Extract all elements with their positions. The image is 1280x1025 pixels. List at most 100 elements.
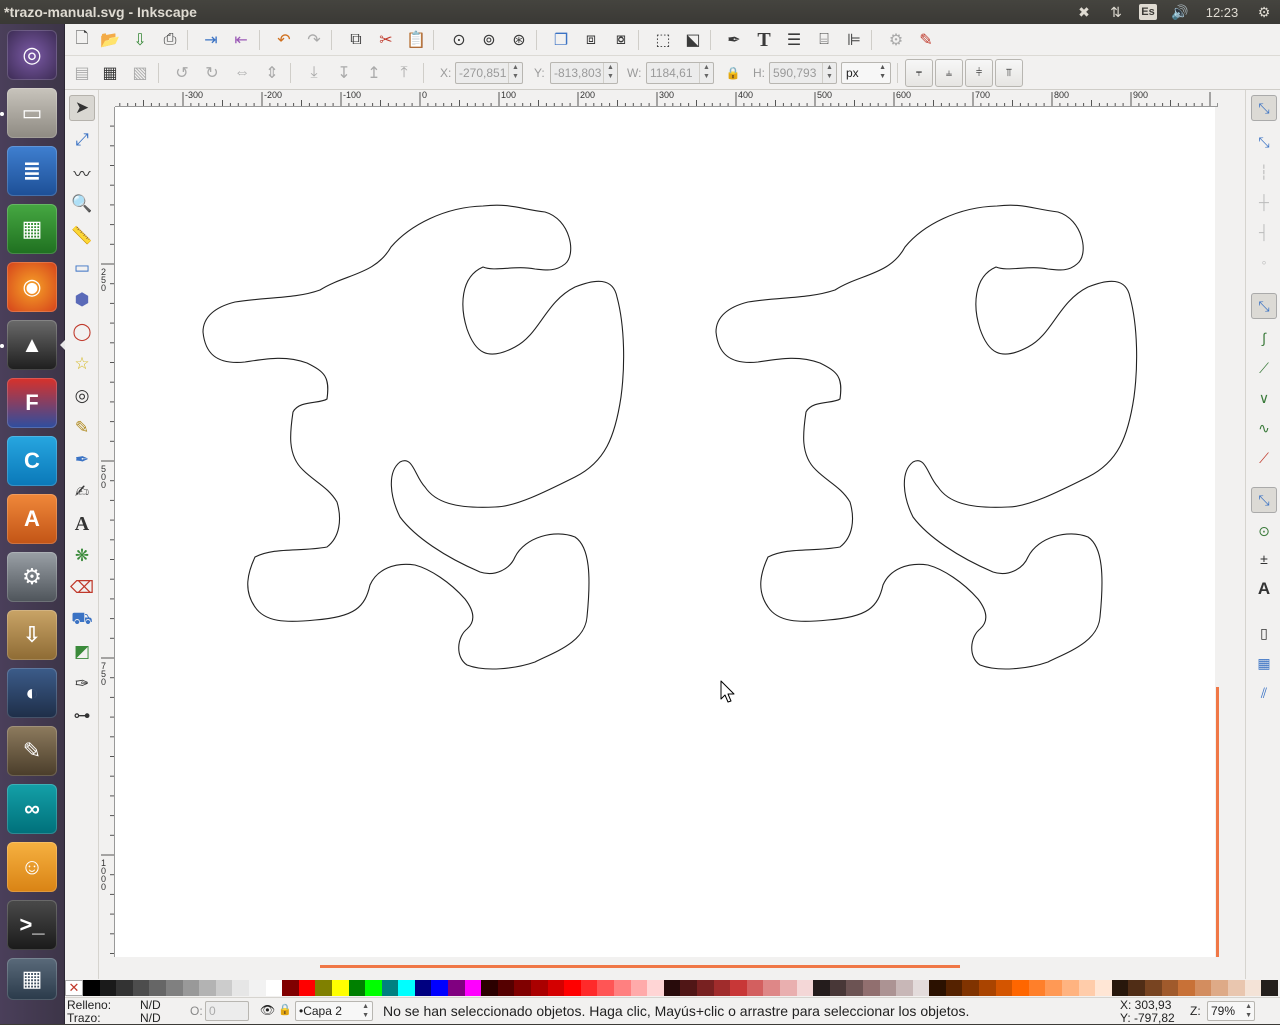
fill-stroke-icon[interactable]: ✒	[722, 28, 746, 52]
scale-stroke-toggle-icon[interactable]: ⫧	[905, 59, 933, 87]
new-document-icon[interactable]: 🗋	[70, 28, 94, 52]
height-field[interactable]: 590,793 ▲ ▼	[769, 62, 837, 84]
color-swatch[interactable]	[149, 980, 166, 996]
color-swatch[interactable]	[547, 980, 565, 996]
raise-icon[interactable]: ↥	[362, 61, 386, 85]
freecad-icon[interactable]: F	[7, 378, 57, 428]
layer-visibility-icon[interactable]: 👁	[260, 1003, 275, 1017]
color-swatch[interactable]	[448, 980, 465, 996]
snap-enable-icon[interactable]: ⤡	[1251, 95, 1277, 121]
raise-to-top-icon[interactable]: ⤒	[392, 61, 416, 85]
select-all-layers-icon[interactable]: ▦	[98, 61, 122, 85]
blender-icon[interactable]: ◐	[7, 668, 57, 718]
paste-icon[interactable]: 📋	[404, 28, 428, 52]
measure-tool-icon[interactable]: 📏	[69, 223, 95, 249]
layer-lock-icon[interactable]: 🔒	[278, 1003, 292, 1016]
pen-tool-icon[interactable]: ✒	[69, 447, 95, 473]
gear-icon[interactable]: ⚙	[1248, 0, 1280, 24]
keyboard-layout-indicator[interactable]: Es	[1132, 0, 1164, 24]
color-swatch[interactable]	[1244, 980, 1262, 996]
color-swatch[interactable]	[580, 980, 598, 996]
connector-tool-icon[interactable]: ⊶	[69, 703, 95, 729]
workspace-switcher-icon[interactable]: ▦	[7, 958, 57, 1000]
color-swatch[interactable]	[1062, 980, 1079, 996]
color-swatch[interactable]	[995, 980, 1013, 996]
selector-tool-icon[interactable]: ➤	[69, 95, 95, 121]
color-swatch[interactable]	[829, 980, 847, 996]
color-swatch[interactable]	[481, 980, 498, 996]
color-swatch[interactable]	[763, 980, 780, 996]
snap-to-paths-icon[interactable]: ∫	[1251, 325, 1277, 351]
color-swatch[interactable]	[116, 980, 133, 996]
color-swatch[interactable]	[796, 980, 814, 996]
color-swatch[interactable]	[779, 980, 797, 996]
pencil-tool-icon[interactable]: ✎	[69, 415, 95, 441]
height-spin-icon[interactable]: ▲ ▼	[822, 63, 836, 83]
flip-vertical-icon[interactable]: ⇕	[260, 61, 284, 85]
color-swatch[interactable]	[398, 980, 415, 996]
snap-grids-icon[interactable]: ▦	[1251, 650, 1277, 676]
opacity-field[interactable]: 0	[205, 1001, 249, 1021]
zoom-drawing-icon[interactable]: ⊚	[477, 28, 501, 52]
color-swatch[interactable]	[1211, 980, 1228, 996]
drawing-svg[interactable]	[115, 107, 1215, 957]
arduino-icon[interactable]: ∞	[7, 784, 57, 834]
deselect-icon[interactable]: ▧	[128, 61, 152, 85]
text-font-icon[interactable]: T	[752, 28, 776, 52]
color-swatch[interactable]	[99, 980, 117, 996]
node-tool-icon[interactable]: ⤢	[69, 127, 95, 153]
move-gradients-toggle-icon[interactable]: ⫩	[965, 59, 993, 87]
color-swatch[interactable]	[431, 980, 449, 996]
snap-bbox-icon[interactable]: ⤡	[1251, 129, 1277, 155]
color-swatch[interactable]	[1095, 980, 1112, 996]
horizontal-scrollbar[interactable]	[115, 957, 1215, 973]
save-icon[interactable]: ⇩	[128, 28, 152, 52]
snap-bbox-corner-icon[interactable]: ┼	[1251, 189, 1277, 215]
color-swatch[interactable]	[1078, 980, 1096, 996]
zoom-page-icon[interactable]: ⊛	[507, 28, 531, 52]
scale-corners-toggle-icon[interactable]: ⫨	[935, 59, 963, 87]
color-swatch[interactable]	[1111, 980, 1129, 996]
libreoffice-writer-icon[interactable]: ≣	[7, 146, 57, 196]
zoom-selection-icon[interactable]: ⊙	[447, 28, 471, 52]
color-swatch[interactable]	[663, 980, 681, 996]
spiral-tool-icon[interactable]: ◎	[69, 383, 95, 409]
drawing-canvas[interactable]	[115, 107, 1215, 957]
3d-box-tool-icon[interactable]: ⬢	[69, 287, 95, 313]
open-icon[interactable]: 📂	[98, 28, 122, 52]
vertical-scroll-thumb[interactable]	[1216, 687, 1219, 957]
color-swatch[interactable]	[746, 980, 764, 996]
spray-tool-icon[interactable]: ❋	[69, 543, 95, 569]
clock[interactable]: 12:23	[1196, 0, 1248, 24]
dropper-tool-icon[interactable]: ✑	[69, 671, 95, 697]
snap-page-border-icon[interactable]: ▯	[1251, 620, 1277, 646]
color-swatch[interactable]	[83, 980, 100, 996]
duplicate-icon[interactable]: ❐	[549, 28, 573, 52]
software-center-icon[interactable]: A	[7, 494, 57, 544]
color-swatch[interactable]	[348, 980, 366, 996]
color-swatch[interactable]	[1045, 980, 1063, 996]
color-swatch[interactable]	[1128, 980, 1145, 996]
snap-object-center-icon[interactable]: ⊙	[1251, 518, 1277, 544]
network-icon[interactable]: ⇅	[1100, 0, 1132, 24]
archive-manager-icon[interactable]: ⇩	[7, 610, 57, 660]
color-swatch[interactable]	[564, 980, 581, 996]
system-settings-icon[interactable]: ⚙	[7, 552, 57, 602]
ungroup-icon[interactable]: ⬕	[681, 28, 705, 52]
align-distribute-icon[interactable]: ⊫	[842, 28, 866, 52]
color-swatch[interactable]	[1178, 980, 1195, 996]
color-swatch[interactable]	[862, 980, 880, 996]
color-swatch[interactable]	[265, 980, 283, 996]
color-swatch[interactable]	[713, 980, 731, 996]
fill-value[interactable]: N/D	[140, 998, 161, 1012]
cut-icon[interactable]: ✂	[374, 28, 398, 52]
color-swatch[interactable]	[282, 980, 299, 996]
color-swatch[interactable]	[232, 980, 249, 996]
clone-icon[interactable]: ⧈	[579, 28, 603, 52]
move-patterns-toggle-icon[interactable]: ⫪	[995, 59, 1023, 87]
undo-icon[interactable]: ↶	[272, 28, 296, 52]
volume-icon[interactable]: 🔊	[1164, 0, 1196, 24]
color-swatch[interactable]	[614, 980, 631, 996]
smooth-blob-shape[interactable]	[202, 204, 625, 670]
paint-bucket-tool-icon[interactable]: ⛟	[69, 607, 95, 633]
